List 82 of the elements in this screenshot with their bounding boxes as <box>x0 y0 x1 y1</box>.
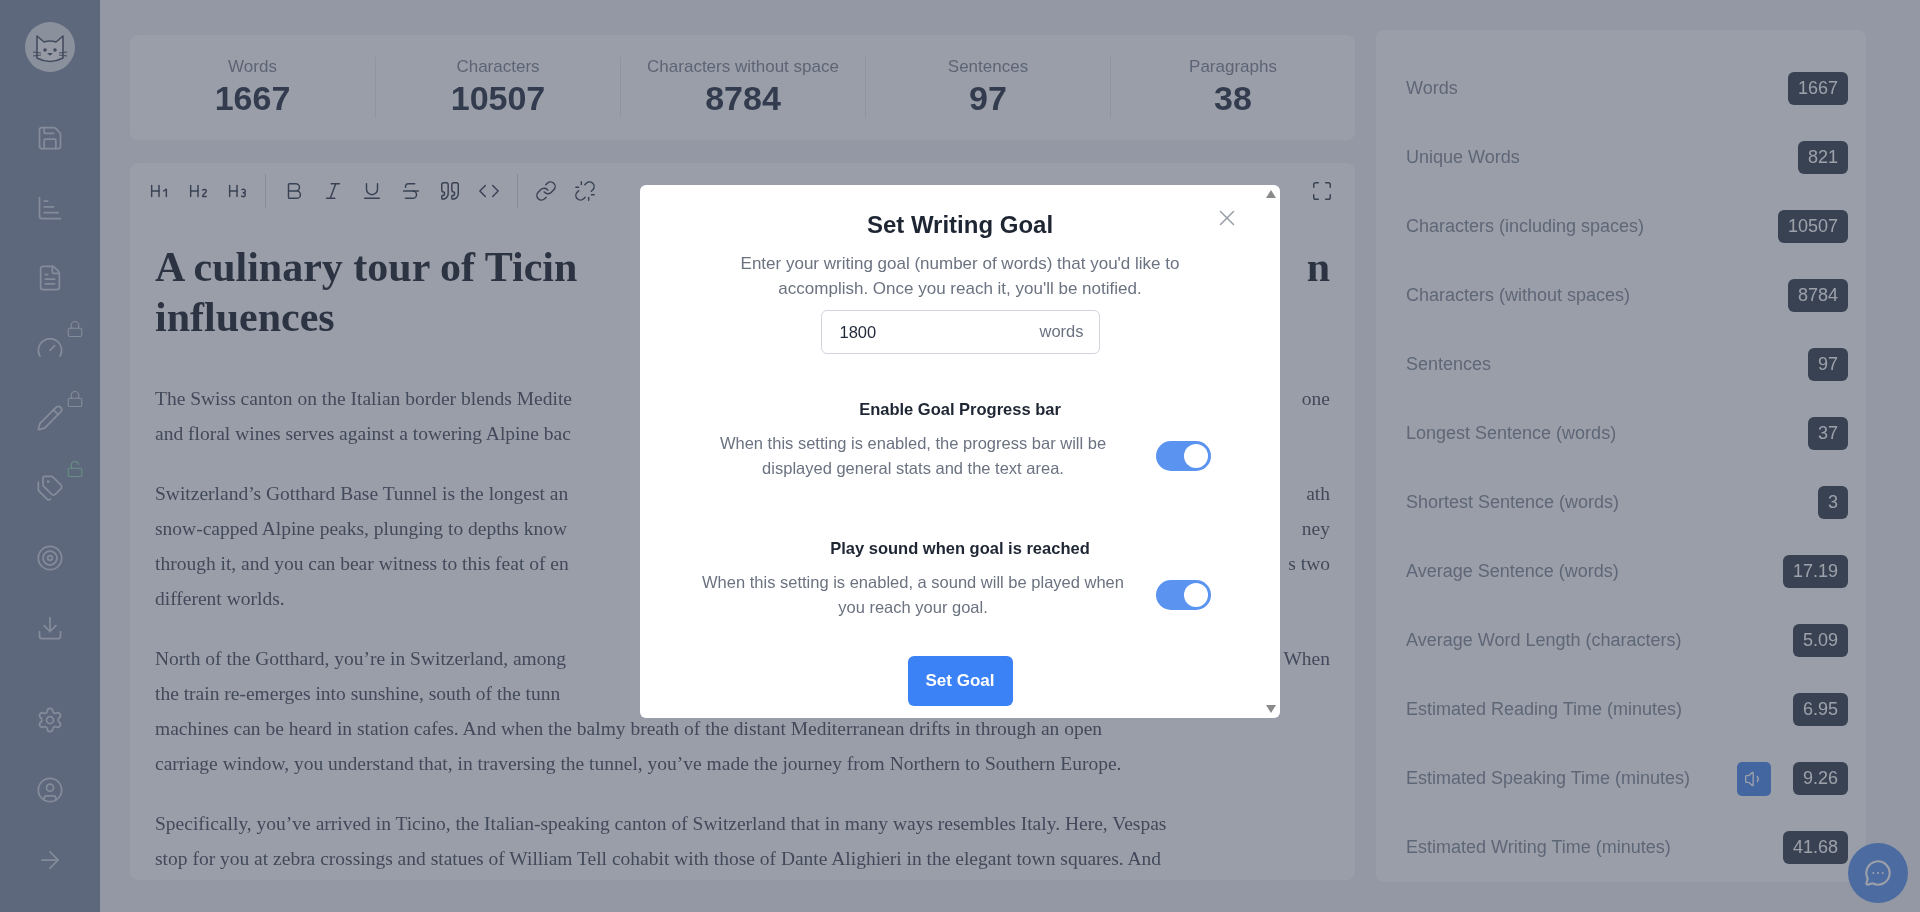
paragraph-line: carriage window, you understand that, in traversing the tunnel, you’ve made the journey from Northern to Southern Europe. <box>155 752 1122 776</box>
paragraph-line: one <box>1301 387 1330 411</box>
summary-label: Words <box>228 57 277 77</box>
stat-value: 6.95 <box>1792 693 1848 726</box>
paragraph-line: Specifically, you’ve arrived in Ticino, the Italian-speaking canton of Switzerland that in many ways resembles Italy. Here, Vespas <box>155 812 1167 836</box>
setting-title: Enable Goal Progress bar <box>859 400 1061 419</box>
target-icon[interactable] <box>36 544 64 572</box>
paragraph-line: The Swiss canton on the Italian border blends Medite <box>155 387 572 411</box>
stat-value: 5.09 <box>1792 624 1848 657</box>
link-icon[interactable] <box>535 179 557 202</box>
tags-icon[interactable] <box>36 474 64 502</box>
paragraph-line: snow-capped Alpine peaks, plunging to depths know <box>155 517 568 541</box>
summary-value: 38 <box>1214 79 1252 118</box>
stat-value: 97 <box>1807 348 1848 381</box>
paragraph-line: s two <box>1288 552 1330 576</box>
stat-value: 37 <box>1807 417 1848 450</box>
unlink-icon[interactable] <box>574 179 596 202</box>
stat-label: Average Word Length (characters) <box>1406 630 1683 651</box>
unit-label: words <box>1039 322 1084 341</box>
stat-value: 3 <box>1818 486 1848 519</box>
stat-label: Estimated Speaking Time (minutes) <box>1406 768 1692 789</box>
paragraph-line: through it, and you can bear witness to this feat of en <box>155 552 569 576</box>
setting-title: Play sound when goal is reached <box>830 539 1090 558</box>
document-title: A culinary tour of Ticin <box>155 243 578 292</box>
summary-value: 97 <box>969 79 1007 118</box>
cat-logo[interactable] <box>25 22 75 72</box>
paragraph-line: When <box>1283 647 1330 671</box>
fullscreen-icon[interactable] <box>1311 179 1333 202</box>
stat-label: Words <box>1406 78 1459 99</box>
quote-icon[interactable] <box>439 179 461 202</box>
toggle-switch[interactable] <box>1156 580 1211 610</box>
scroll-down-icon[interactable] <box>1265 704 1277 714</box>
chat-icon <box>1864 859 1892 887</box>
settings-icon[interactable] <box>36 706 64 734</box>
stat-label: Longest Sentence (words) <box>1406 423 1618 444</box>
summary-label: Paragraphs <box>1189 57 1277 77</box>
stat-value: 821 <box>1797 141 1848 174</box>
paragraph-line: stop for you at zebra crossings and statues of William Tell cohabit with those of Dante Alighieri in the elegant town squares. And <box>155 847 1162 871</box>
summary-value: 8784 <box>705 79 781 118</box>
stat-label: Shortest Sentence (words) <box>1406 492 1621 513</box>
download-icon[interactable] <box>36 614 64 642</box>
scroll-up-icon[interactable] <box>1265 189 1277 199</box>
user-icon[interactable] <box>36 776 64 804</box>
document-title: influences <box>155 293 335 342</box>
speak-button[interactable] <box>1736 761 1771 796</box>
setting-description: When this setting is enabled, the progress bar will be displayed general stats and the text area. <box>718 433 1108 479</box>
stat-label: Estimated Writing Time (minutes) <box>1406 837 1672 858</box>
stat-label: Unique Words <box>1406 147 1521 168</box>
summary-label: Sentences <box>947 57 1029 77</box>
stat-value: 1667 <box>1787 72 1848 105</box>
chat-button[interactable] <box>1848 843 1908 903</box>
set-goal-button[interactable]: Set Goal <box>907 656 1013 706</box>
paragraph-line: North of the Gotthard, you’re in Switzerland, among <box>155 647 567 671</box>
stat-value: 8784 <box>1787 279 1848 312</box>
setting-description: When this setting is enabled, a sound will be played when you reach your goal. <box>701 572 1125 618</box>
stat-value: 10507 <box>1777 210 1848 243</box>
summary-label: Characters <box>456 57 540 77</box>
paragraph-line: machines can be heard in station cafes. And when the balmy breath of the distant Mediterranean drifts in through an open <box>155 717 1103 741</box>
stat-value: 9.26 <box>1792 762 1848 795</box>
pencil-icon[interactable] <box>36 404 64 432</box>
stat-value: 17.19 <box>1782 555 1848 588</box>
stat-label: Average Sentence (words) <box>1406 561 1620 582</box>
dialog-title: Set Writing Goal <box>866 211 1054 239</box>
stat-label: Characters (without spaces) <box>1406 285 1632 306</box>
paragraph-line: Switzerland’s Gotthard Base Tunnel is the longest an <box>155 482 569 506</box>
paragraph-line: ath <box>1306 482 1330 506</box>
document-title: n <box>1306 243 1330 292</box>
chart-icon[interactable] <box>36 194 64 222</box>
paragraph-line: ney <box>1301 517 1330 541</box>
stat-value: 41.68 <box>1782 831 1848 864</box>
summary-label: Characters without space <box>647 57 839 77</box>
summary-value: 10507 <box>450 79 546 118</box>
summary-value: 1667 <box>214 79 291 118</box>
toggle-switch[interactable] <box>1156 441 1211 471</box>
paragraph-line: different worlds. <box>155 587 285 611</box>
dialog-description: Enter your writing goal (number of words) that you'd like to accomplish. Once you reach it, you'll be notified. <box>739 253 1181 300</box>
paragraph-line: the train re-emerges into sunshine, south of the tunn <box>155 682 561 706</box>
stat-label: Sentences <box>1406 354 1493 375</box>
save-icon[interactable] <box>36 124 64 152</box>
paragraph-line: and floral wines serves against a towering Alpine bac <box>155 422 571 446</box>
stat-label: Estimated Reading Time (minutes) <box>1406 699 1684 720</box>
stat-label: Characters (including spaces) <box>1406 216 1646 237</box>
